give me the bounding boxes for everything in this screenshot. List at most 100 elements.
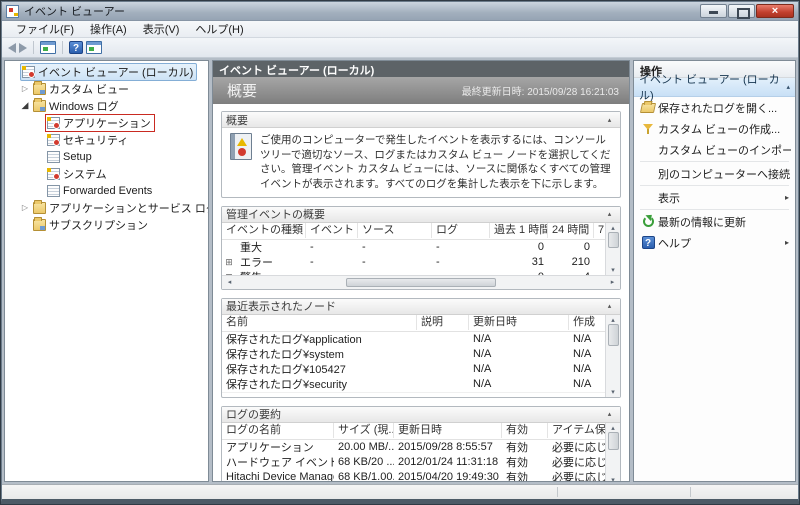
scroll-down-icon[interactable]: ▾: [608, 388, 619, 396]
column-header[interactable]: サイズ (現...: [334, 423, 394, 439]
table-row[interactable]: 保存されたログ¥105427 N/A N/A: [222, 362, 605, 377]
column-header[interactable]: 作成: [569, 315, 605, 330]
collapse-icon[interactable]: ▴: [603, 302, 616, 310]
tree-item-custom-views[interactable]: ▷ カスタム ビュー: [5, 80, 208, 97]
maximize-button[interactable]: [728, 4, 755, 19]
action-create-custom-view[interactable]: カスタム ビューの作成...: [634, 118, 795, 139]
expand-plus-icon[interactable]: ⊞: [222, 257, 236, 268]
scrollbar-thumb[interactable]: [607, 431, 619, 450]
tree-item-application[interactable]: アプリケーション: [5, 113, 208, 132]
collapse-icon[interactable]: ▴: [603, 410, 616, 418]
main-area: イベント ビューアー (ローカル) ▷ カスタム ビュー ◢ Windows ロ…: [2, 58, 798, 484]
action-help[interactable]: ? ヘルプ ▸: [634, 232, 795, 253]
forward-icon[interactable]: [19, 42, 27, 53]
scroll-left-icon[interactable]: ◂: [224, 278, 235, 286]
overview-description: ご使用のコンピューターで発生したイベントを表示するには、コンソール ツリーで適切…: [260, 134, 611, 191]
status-cell: [693, 485, 798, 499]
submenu-arrow-icon: ▸: [784, 193, 789, 202]
menu-action[interactable]: 操作(A): [82, 20, 135, 38]
tree-item-root[interactable]: イベント ビューアー (ローカル): [5, 62, 208, 81]
table-row[interactable]: 重大 - - - 0 0: [222, 240, 605, 255]
recent-nodes-header[interactable]: 最近表示されたノード ▴: [222, 298, 620, 315]
tree-item-windows-logs[interactable]: ◢ Windows ログ: [5, 97, 208, 114]
column-header[interactable]: 24 時間: [548, 223, 594, 239]
help-icon[interactable]: ?: [69, 41, 83, 54]
vertical-scrollbar[interactable]: ▴ ▾: [605, 222, 620, 275]
tree-item-label: Forwarded Events: [63, 184, 153, 197]
admin-events-title: 管理イベントの概要: [226, 209, 325, 222]
table-row[interactable]: 保存されたログ¥application N/A N/A: [222, 332, 605, 347]
column-header[interactable]: ソース: [358, 223, 432, 239]
scrollbar-thumb[interactable]: [607, 323, 619, 346]
menu-help[interactable]: ヘルプ(H): [187, 20, 251, 38]
tree-item-subscriptions[interactable]: サブスクリプション: [5, 216, 208, 233]
scrollbar-thumb[interactable]: [346, 277, 496, 287]
tree-item-setup[interactable]: Setup: [5, 148, 208, 165]
column-header[interactable]: 7: [594, 223, 605, 238]
collapse-icon[interactable]: ▴: [786, 83, 790, 91]
tree-item-apps-services-logs[interactable]: ▷ アプリケーションとサービス ログ: [5, 199, 208, 216]
collapse-icon[interactable]: ▴: [603, 210, 616, 218]
log-summary-header[interactable]: ログの要約 ▴: [222, 406, 620, 423]
admin-events-section: 管理イベントの概要 ▴ イベントの種類 イベント ID ソース ログ 過去 1 …: [221, 205, 621, 290]
minimize-button[interactable]: [700, 4, 727, 18]
column-header[interactable]: ログ: [432, 223, 490, 239]
scroll-down-icon[interactable]: ▾: [608, 476, 619, 481]
column-header[interactable]: 更新日時: [469, 315, 569, 331]
column-header[interactable]: イベントの種類: [222, 223, 306, 239]
recent-nodes-column-headers[interactable]: 名前 説明 更新日時 作成: [222, 315, 605, 332]
table-row[interactable]: アプリケーション 20.00 MB/... 2015/09/28 8:55:57…: [222, 440, 605, 455]
close-button[interactable]: ×: [756, 4, 794, 18]
action-view[interactable]: 表示 ▸: [634, 187, 795, 208]
column-header[interactable]: 説明: [417, 315, 469, 331]
column-header[interactable]: 名前: [222, 315, 417, 331]
action-group-header[interactable]: イベント ビューアー (ローカル) ▴: [634, 74, 795, 102]
tree-item-security[interactable]: セキュリティ: [5, 131, 208, 148]
scroll-up-icon[interactable]: ▴: [608, 224, 619, 232]
table-row[interactable]: ハードウェア イベント 68 KB/20 ... 2012/01/24 11:3…: [222, 455, 605, 470]
show-console-tree-icon[interactable]: [40, 41, 56, 54]
red-annotation-box: アプリケーション: [45, 113, 155, 132]
vertical-scrollbar[interactable]: ▴ ▾: [605, 422, 620, 481]
title-bar[interactable]: イベント ビューアー ×: [2, 2, 798, 21]
tree-root-selection[interactable]: イベント ビューアー (ローカル): [20, 62, 198, 81]
apps-services-folder-icon: [33, 199, 46, 214]
column-header[interactable]: アイテム保持ポリシ...: [548, 423, 605, 438]
table-row[interactable]: ⊞ エラー - - - 31 210: [222, 255, 605, 270]
tree-item-forwarded-events[interactable]: Forwarded Events: [5, 182, 208, 199]
scroll-up-icon[interactable]: ▴: [608, 424, 619, 432]
tree-item-system[interactable]: システム: [5, 165, 208, 182]
vertical-scrollbar[interactable]: ▴ ▾: [605, 314, 620, 397]
back-icon[interactable]: [8, 42, 16, 53]
action-open-saved-log[interactable]: 保存されたログを開く...: [634, 97, 795, 118]
chevron-right-icon[interactable]: ▷: [19, 203, 31, 212]
table-row[interactable]: Hitachi Device Manager - ... 68 KB/1.00.…: [222, 470, 605, 481]
column-header[interactable]: ログの名前: [222, 423, 334, 439]
action-import-custom-view[interactable]: カスタム ビューのインポート...: [634, 139, 795, 160]
overview-section-title: 概要: [226, 114, 248, 127]
action-refresh[interactable]: 最新の情報に更新: [634, 211, 795, 232]
chevron-right-icon[interactable]: ▷: [19, 84, 31, 93]
scroll-right-icon[interactable]: ▸: [607, 278, 618, 286]
action-connect-another-computer[interactable]: 別のコンピューターへ接続...: [634, 163, 795, 184]
menu-view[interactable]: 表示(V): [135, 20, 188, 38]
admin-events-header[interactable]: 管理イベントの概要 ▴: [222, 206, 620, 223]
show-action-pane-icon[interactable]: [86, 41, 102, 54]
log-summary-column-headers[interactable]: ログの名前 サイズ (現... 更新日時 有効 アイテム保持ポリシ...: [222, 423, 605, 440]
overview-section-header[interactable]: 概要 ▴: [222, 112, 620, 128]
column-header[interactable]: イベント ID: [306, 223, 358, 239]
admin-events-column-headers[interactable]: イベントの種類 イベント ID ソース ログ 過去 1 時間 24 時間 7: [222, 223, 605, 240]
scrollbar-thumb[interactable]: [607, 231, 619, 248]
collapse-icon[interactable]: ▴: [603, 116, 616, 124]
tree-item-label: セキュリティ: [63, 134, 129, 147]
scroll-down-icon[interactable]: ▾: [608, 266, 619, 274]
table-row[interactable]: 保存されたログ¥security N/A N/A: [222, 377, 605, 392]
column-header[interactable]: 有効: [502, 423, 548, 439]
horizontal-scrollbar[interactable]: ◂ ▸: [222, 274, 620, 289]
column-header[interactable]: 更新日時: [394, 423, 502, 439]
menu-file[interactable]: ファイル(F): [8, 20, 82, 38]
chevron-expanded-icon[interactable]: ◢: [19, 100, 31, 111]
table-row[interactable]: 保存されたログ¥system N/A N/A: [222, 347, 605, 362]
column-header[interactable]: 過去 1 時間: [490, 223, 548, 239]
scroll-up-icon[interactable]: ▴: [608, 316, 619, 324]
